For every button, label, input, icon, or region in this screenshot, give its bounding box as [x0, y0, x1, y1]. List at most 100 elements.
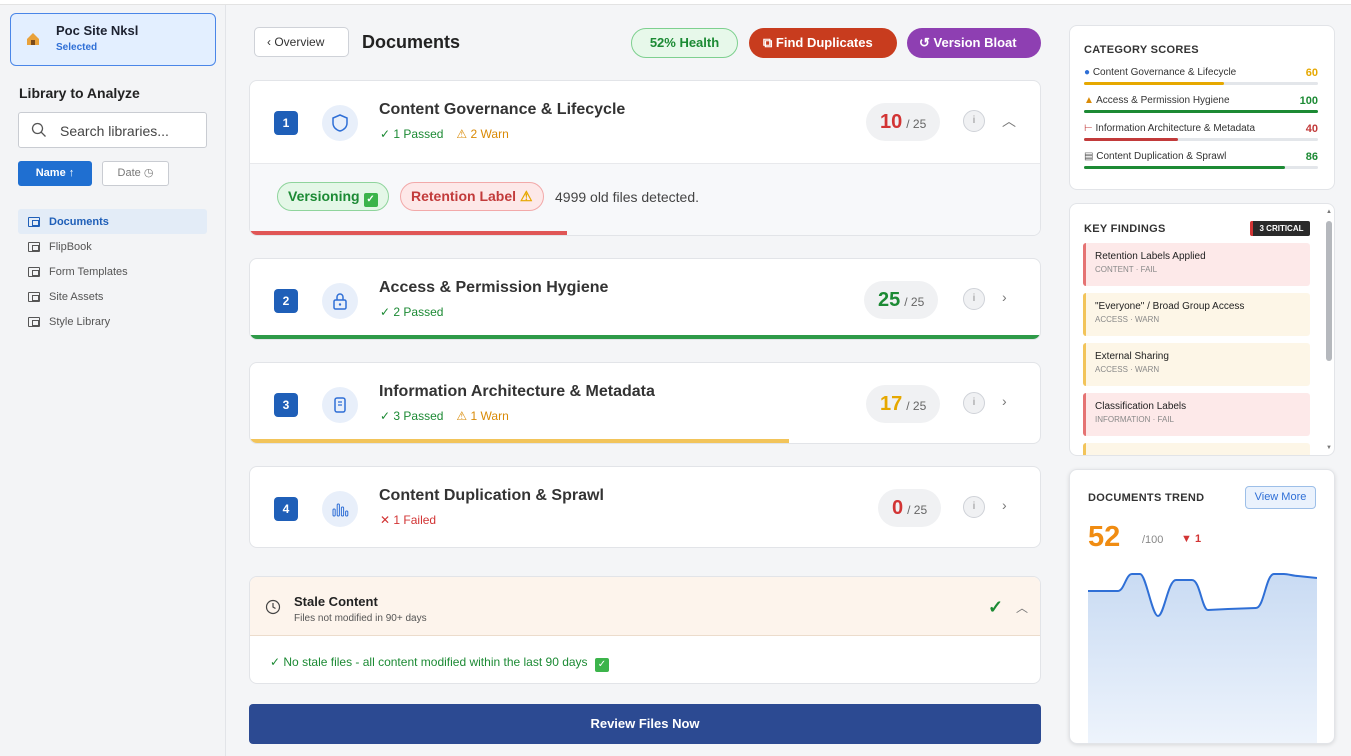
- scroll-up-arrow-icon[interactable]: ▲: [1326, 209, 1332, 215]
- score-fill: [1084, 166, 1286, 169]
- lock-icon: [322, 283, 358, 319]
- info-icon[interactable]: i: [963, 496, 985, 518]
- chevron-right-icon[interactable]: ›: [1002, 393, 1007, 409]
- passed-count: ✓ 3 Passed: [380, 409, 444, 423]
- finding-item[interactable]: [1083, 443, 1310, 455]
- score-row: ▲ Access & Permission Hygiene 100: [1084, 95, 1318, 119]
- check-icon: ✓: [594, 658, 609, 672]
- category-number: 3: [274, 393, 298, 417]
- category-score: 17 / 25: [866, 385, 941, 423]
- category-number: 2: [274, 289, 298, 313]
- info-icon[interactable]: i: [963, 392, 985, 414]
- library-item-documents[interactable]: Documents: [18, 209, 207, 234]
- library-label: Form Templates: [49, 265, 128, 278]
- category-card[interactable]: 4 Content Duplication & Sprawl ✕ 1 Faile…: [249, 466, 1041, 548]
- version-bloat-button[interactable]: ↺ Version Bloat: [907, 28, 1041, 58]
- library-icon: [28, 216, 40, 227]
- library-icon: [28, 266, 40, 277]
- search-libraries-input[interactable]: Search libraries...: [18, 112, 207, 148]
- finding-item[interactable]: External Sharing ACCESS · WARN: [1083, 343, 1310, 386]
- chevron-up-icon[interactable]: ︿: [1016, 599, 1028, 616]
- documents-trend-heading: DOCUMENTS TREND: [1088, 492, 1205, 504]
- search-placeholder: Search libraries...: [60, 123, 169, 139]
- find-duplicates-button[interactable]: ⧉ Find Duplicates: [749, 28, 897, 58]
- architecture-icon: ⊢: [1084, 123, 1093, 134]
- category-card[interactable]: 3 Information Architecture & Metadata ✓ …: [249, 362, 1041, 444]
- finding-item[interactable]: "Everyone" / Broad Group Access ACCESS ·…: [1083, 293, 1310, 336]
- finding-title: External Sharing: [1095, 351, 1169, 362]
- score-label-text: Content Duplication & Sprawl: [1096, 151, 1227, 162]
- scroll-down-arrow-icon[interactable]: ▼: [1326, 445, 1332, 451]
- versioning-label: Versioning: [288, 188, 360, 204]
- health-badge: 52% Health: [631, 28, 738, 58]
- score-value: 40: [1305, 123, 1318, 135]
- sidebar: Poc Site Nksl Selected Library to Analyz…: [0, 5, 226, 756]
- library-label: FlipBook: [49, 240, 92, 253]
- chevron-up-icon[interactable]: ︿: [1002, 111, 1016, 131]
- library-heading: Library to Analyze: [19, 85, 140, 101]
- warning-icon: ⚠: [520, 188, 533, 204]
- library-list: Documents FlipBook Form Templates Site A…: [18, 209, 207, 334]
- library-label: Documents: [49, 215, 109, 228]
- back-to-overview-button[interactable]: ‹ Overview: [254, 27, 349, 57]
- score-label: ● Content Governance & Lifecycle: [1084, 67, 1236, 78]
- finding-title: "Everyone" / Broad Group Access: [1095, 301, 1245, 312]
- category-card[interactable]: 1 Content Governance & Lifecycle ✓ 1 Pas…: [249, 80, 1041, 236]
- versioning-tag: Versioning ✓: [277, 182, 389, 211]
- findings-scrollbar[interactable]: ▲ ▼: [1324, 209, 1332, 453]
- category-status: ✓ 3 Passed ⚠ 1 Warn: [380, 409, 509, 423]
- info-icon[interactable]: i: [963, 110, 985, 132]
- trend-delta: ▼ 1: [1181, 533, 1202, 545]
- chevron-right-icon[interactable]: ›: [1002, 289, 1007, 305]
- finding-item[interactable]: Retention Labels Applied CONTENT · FAIL: [1083, 243, 1310, 286]
- scrollbar-thumb[interactable]: [1326, 221, 1332, 361]
- score-label-text: Information Architecture & Metadata: [1095, 123, 1256, 134]
- passed-count: ✓ 1 Passed: [380, 127, 444, 141]
- category-number: 4: [274, 497, 298, 521]
- score-value: 25: [878, 289, 901, 311]
- category-progress-bar: [250, 231, 567, 235]
- retention-label: Retention Label: [411, 188, 517, 204]
- clock-icon: [265, 599, 281, 615]
- stale-content-header[interactable]: Stale Content Files not modified in 90+ …: [250, 577, 1040, 636]
- finding-title: Retention Labels Applied: [1095, 251, 1206, 262]
- category-card[interactable]: 2 Access & Permission Hygiene ✓ 2 Passed…: [249, 258, 1041, 340]
- score-max: / 25: [904, 295, 925, 309]
- finding-title: Classification Labels: [1095, 401, 1187, 412]
- score-label: ▲ Access & Permission Hygiene: [1084, 95, 1230, 106]
- finding-subtitle: ACCESS · WARN: [1095, 315, 1160, 324]
- score-row: ● Content Governance & Lifecycle 60: [1084, 67, 1318, 91]
- view-more-button[interactable]: View More: [1245, 486, 1316, 509]
- sort-date-label: Date: [117, 167, 141, 179]
- library-item-form-templates[interactable]: Form Templates: [18, 259, 207, 284]
- library-label: Site Assets: [49, 290, 104, 303]
- score-row: ⊢ Information Architecture & Metadata 40: [1084, 123, 1318, 147]
- review-files-button[interactable]: Review Files Now: [249, 704, 1041, 744]
- finding-subtitle: ACCESS · WARN: [1095, 365, 1160, 374]
- documents-trend-panel: DOCUMENTS TREND View More 52 /100 ▼ 1: [1069, 469, 1335, 744]
- score-fill: [1084, 138, 1178, 141]
- finding-item[interactable]: Classification Labels INFORMATION · FAIL: [1083, 393, 1310, 436]
- sort-by-date-button[interactable]: Date ◷: [102, 161, 169, 186]
- score-max: / 25: [906, 399, 927, 413]
- score-fill: [1084, 110, 1318, 113]
- category-status: ✕ 1 Failed: [380, 513, 436, 527]
- category-scores-heading: CATEGORY SCORES: [1084, 44, 1199, 56]
- category-title: Content Duplication & Sprawl: [379, 487, 604, 504]
- score-label-text: Access & Permission Hygiene: [1096, 95, 1230, 106]
- site-name: Poc Site Nksl: [56, 23, 139, 38]
- library-item-flipbook[interactable]: FlipBook: [18, 234, 207, 259]
- category-status: ✓ 2 Passed: [380, 305, 443, 319]
- library-item-style-library[interactable]: Style Library: [18, 309, 207, 334]
- site-selector[interactable]: Poc Site Nksl Selected: [10, 13, 216, 66]
- library-item-site-assets[interactable]: Site Assets: [18, 284, 207, 309]
- score-value: 100: [1299, 95, 1318, 107]
- stale-content-panel: Stale Content Files not modified in 90+ …: [249, 576, 1041, 684]
- info-icon[interactable]: i: [963, 288, 985, 310]
- category-progress-bar: [250, 335, 1040, 339]
- sort-by-name-button[interactable]: Name ↑: [18, 161, 92, 186]
- finding-subtitle: CONTENT · FAIL: [1095, 265, 1158, 274]
- key-findings-panel: KEY FINDINGS 3 CRITICAL Retention Labels…: [1069, 203, 1335, 456]
- chevron-right-icon[interactable]: ›: [1002, 497, 1007, 513]
- warn-count: ⚠ 2 Warn: [456, 127, 509, 141]
